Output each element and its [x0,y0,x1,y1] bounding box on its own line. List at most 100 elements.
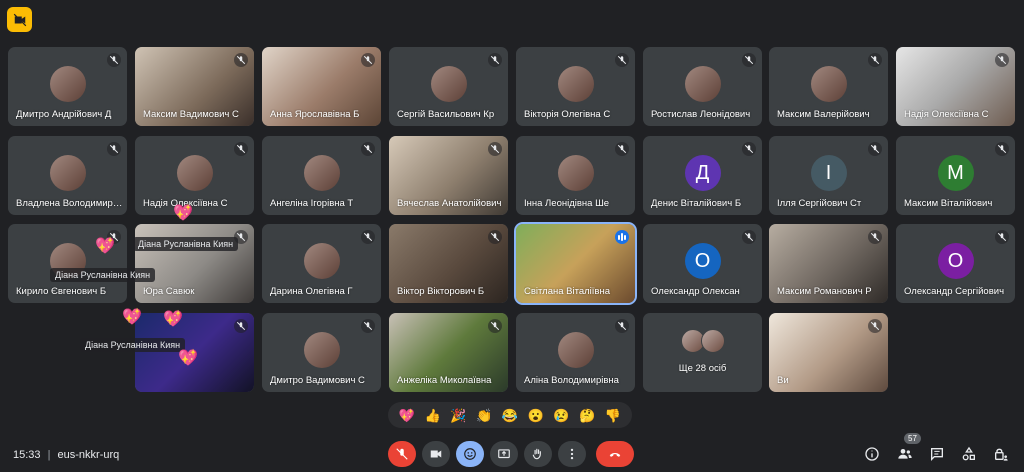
mic-muted-icon [107,142,121,156]
participant-tile[interactable]: Дмитро Вадимович С [262,313,381,392]
participant-tile[interactable]: М Максим Віталійович [896,136,1015,215]
reactions-button[interactable] [456,441,484,467]
mic-muted-icon [868,142,882,156]
people-icon [898,449,912,459]
reaction-option[interactable]: 🤔 [579,409,595,422]
avatar [303,155,340,191]
mic-muted-icon [488,230,502,244]
participant-name: Максим Віталійович [904,198,993,209]
reaction-tag: Діана Русланівна Киян [80,338,186,352]
mic-muted-icon [361,142,375,156]
participant-tile[interactable]: І Ілля Сергійович Ст [769,136,888,215]
activities-button[interactable] [959,444,979,464]
avatar [810,66,847,102]
reaction-option[interactable]: 👎 [605,409,621,422]
avatar [303,243,340,279]
participant-tile[interactable]: Надія Олексіївна С [135,136,254,215]
heart-reaction-icon: 💖 [178,350,198,367]
mic-muted-icon [488,142,502,156]
mic-muted-icon [107,53,121,67]
mic-muted-icon [615,319,629,333]
participant-tile[interactable]: Ви [769,313,888,392]
participant-tile[interactable]: Кирило Євгенович Б [8,224,127,303]
participant-tile[interactable]: Віктор Вікторович Б [389,224,508,303]
participant-tile[interactable]: Ангеліна Ігорівна Т [262,136,381,215]
participant-tile[interactable]: Анжеліка Миколаївна [389,313,508,392]
more-options-button[interactable] [558,441,586,467]
mic-muted-icon [615,142,629,156]
meeting-code: eus-nkkr-urq [57,449,120,461]
participant-name: Дарина Олегівна Г [270,286,353,297]
camera-off-indicator-button[interactable] [7,7,32,32]
more-participants-tile[interactable]: Ще 28 осіб [643,313,762,392]
reaction-option[interactable]: 👏 [476,409,492,422]
leave-call-button[interactable] [596,441,634,467]
reaction-tag: Діана Русланівна Киян [133,237,239,251]
lock-person-icon [995,448,1008,461]
reaction-option[interactable]: 😢 [553,409,569,422]
participant-tile[interactable]: Владлена Володимирівна [8,136,127,215]
participant-name: Максим Романович Р [777,286,872,297]
more-vertical-icon [570,448,574,460]
participant-name: Денис Віталійович Б [651,198,742,209]
participant-tile[interactable]: Вячеслав Анатолійович [389,136,508,215]
heart-reaction-icon: 💖 [173,205,193,222]
meeting-details-button[interactable] [862,444,882,464]
participant-tile[interactable]: Дарина Олегівна Г [262,224,381,303]
mic-muted-icon [742,53,756,67]
participant-tile[interactable]: Аліна Володимирівна [516,313,635,392]
participant-tile[interactable]: Максим Романович Р [769,224,888,303]
hang-up-icon [609,452,621,457]
avatar [557,332,594,368]
present-screen-button[interactable] [490,441,518,467]
reaction-option[interactable]: 👍 [425,409,441,422]
people-count-badge: 57 [904,433,921,444]
participant-tile[interactable]: Максим Вадимович С [135,47,254,126]
reaction-option[interactable]: 💖 [399,409,415,422]
participant-tile[interactable]: О Олександр Сергійович [896,224,1015,303]
mic-toggle-button[interactable] [388,441,416,467]
participant-tile[interactable]: Анна Ярославівна Б [262,47,381,126]
reaction-option[interactable]: 😂 [502,409,518,422]
mic-muted-icon [488,53,502,67]
participant-tile[interactable]: Дмитро Андрійович Д [8,47,127,126]
participant-name: Ви [777,375,789,386]
participant-tile[interactable]: Інна Леонідівна Ше [516,136,635,215]
participant-tile[interactable]: Вікторія Олегівна С [516,47,635,126]
camera-toggle-button[interactable] [422,441,450,467]
meeting-info: 15:33 | eus-nkkr-urq [13,449,120,461]
participant-name: Владлена Володимирівна [16,198,123,209]
participant-tile[interactable]: Д Денис Віталійович Б [643,136,762,215]
participant-tile[interactable]: Юра Савюк [135,224,254,303]
participant-name: Віктор Вікторович Б [397,286,485,297]
mic-muted-icon [488,319,502,333]
participant-name: Вячеслав Анатолійович [397,198,502,209]
chat-button[interactable] [927,444,947,464]
participant-tile[interactable]: Ростислав Леонідович [643,47,762,126]
participant-name: Ілля Сергійович Ст [777,198,862,209]
participant-tile[interactable]: Сергій Васильович Кр [389,47,508,126]
reaction-option[interactable]: 😮 [528,409,544,422]
participant-name: Анжеліка Миколаївна [397,375,492,386]
raise-hand-button[interactable] [524,441,552,467]
participant-tile[interactable]: Максим Валерійович [769,47,888,126]
participant-name: Ростислав Леонідович [651,109,751,120]
participant-tile[interactable]: О Олександр Олексан [643,224,762,303]
hand-icon [532,448,541,460]
participant-name: Максим Вадимович С [143,109,239,120]
host-controls-button[interactable] [991,444,1011,464]
avatar [684,66,721,102]
chat-icon [931,448,943,461]
participant-tile[interactable]: Світлана Віталіївна [516,224,635,303]
avatar [701,329,725,353]
shapes-icon [962,446,975,461]
participant-name: Дмитро Андрійович Д [16,109,112,120]
video-icon [430,450,442,458]
people-button[interactable] [895,444,915,464]
avatar [176,155,213,191]
mic-muted-icon [615,53,629,67]
avatar: Д [684,155,721,191]
reaction-option[interactable]: 🎉 [450,409,466,422]
heart-reaction-icon: 💖 [163,311,183,328]
participant-tile[interactable]: Надія Олексіївна С [896,47,1015,126]
